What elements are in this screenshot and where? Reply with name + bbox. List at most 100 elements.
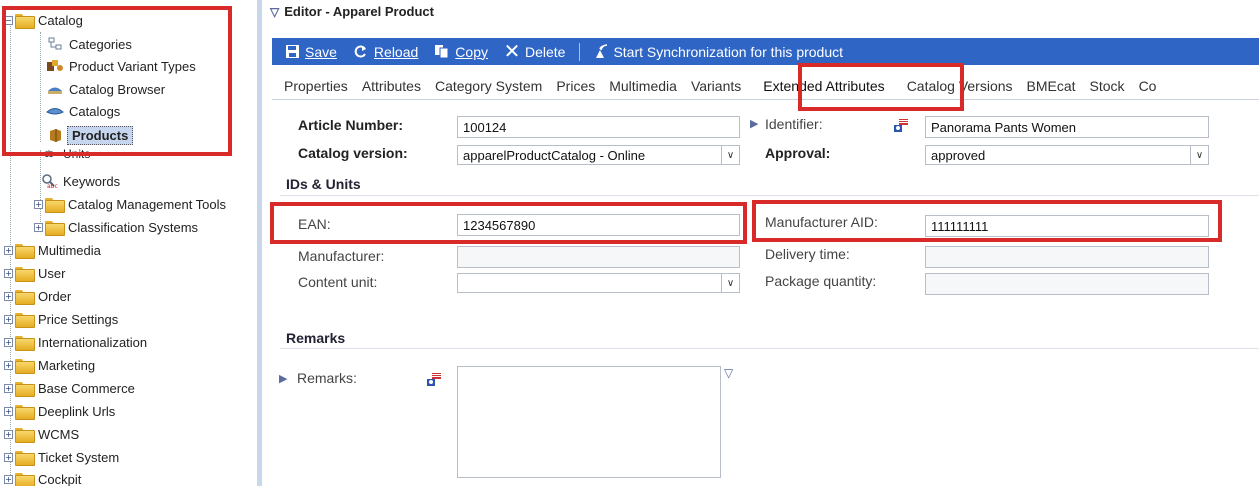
expand-icon[interactable]: + [4,452,13,462]
approval-label: Approval: [765,145,831,161]
expand-icon[interactable]: + [4,314,13,324]
tab-bmecat[interactable]: BMEcat [1027,78,1076,94]
delete-button[interactable]: ✕ Delete [504,42,566,62]
tree-node-wcms[interactable]: + WCMS [4,423,79,445]
tree-node-catalogs[interactable]: Catalogs [46,100,120,122]
catalogs-icon [46,103,64,119]
editor-toolbar: Save Reload Copy ✕ Delete Start Synchron… [272,38,1259,65]
expand-icon[interactable]: + [4,406,13,416]
manufacturer-label: Manufacturer: [298,248,385,264]
tree-node-multimedia[interactable]: + Multimedia [4,239,101,261]
tree-node-ticket-system[interactable]: + Ticket System [4,446,119,468]
expand-triangle-icon[interactable]: ▶ [750,117,758,130]
folder-icon [15,404,35,420]
tree-connector [40,32,41,142]
expand-icon[interactable]: + [4,383,13,393]
remarks-label: Remarks: [297,370,357,386]
tree-node-marketing[interactable]: + Marketing [4,354,95,376]
tab-properties[interactable]: Properties [284,78,348,94]
tab-multimedia[interactable]: Multimedia [609,78,677,94]
units-icon: ⚖ [44,148,54,160]
tab-stock[interactable]: Stock [1090,78,1125,94]
save-icon [284,44,300,60]
tree-node-keywords[interactable]: abc Keywords [40,170,120,192]
folder-icon [15,289,35,305]
tree-node-user[interactable]: + User [4,262,65,284]
tab-attributes[interactable]: Attributes [362,78,421,94]
manufacturer-aid-label: Manufacturer AID: [765,214,878,230]
expand-icon[interactable]: + [4,268,13,278]
tree-node-classification-systems[interactable]: + Classification Systems [34,216,198,238]
tree-node-product-variant-types[interactable]: Product Variant Types [46,55,196,77]
collapse-icon[interactable]: − [4,15,13,25]
categories-icon [46,36,64,52]
manufacturer-field[interactable] [457,246,740,268]
keywords-icon: abc [40,173,58,189]
tab-more[interactable]: Co [1139,78,1157,94]
tree-node-catalog-browser[interactable]: Catalog Browser [46,78,165,100]
tree-node-cockpit[interactable]: + Cockpit [4,468,81,486]
editor-title[interactable]: ▽ Editor - Apparel Product [270,4,434,19]
tab-variants[interactable]: Variants [691,78,741,94]
folder-icon [15,312,35,328]
folder-icon [15,266,35,282]
tab-prices[interactable]: Prices [556,78,595,94]
folder-icon [15,472,35,486]
folder-icon [15,335,35,351]
tree-node-categories[interactable]: Categories [46,33,132,55]
chevron-down-icon[interactable]: ∨ [721,146,739,164]
expand-icon[interactable]: + [4,337,13,347]
tab-category-system[interactable]: Category System [435,78,542,94]
tree-node-internationalization[interactable]: + Internationalization [4,331,147,353]
sync-icon [592,43,608,60]
expand-icon[interactable]: + [4,429,13,439]
tree-node-products[interactable]: Products [46,124,134,146]
expand-icon[interactable]: + [4,245,13,255]
tab-catalog-versions[interactable]: Catalog Versions [907,78,1013,94]
content-unit-label: Content unit: [298,274,378,290]
approval-select[interactable]: approved ∨ [925,145,1209,165]
catalog-version-label: Catalog version: [298,145,408,161]
tree-node-units[interactable]: ⚖ Units [40,146,91,162]
package-quantity-field[interactable] [925,273,1209,295]
catalog-version-select[interactable]: apparelProductCatalog - Online ∨ [457,145,740,165]
package-quantity-label: Package quantity: [765,273,877,289]
tree-node-catalog-management-tools[interactable]: + Catalog Management Tools [34,193,226,215]
collapse-triangle-icon[interactable]: ▽ [270,5,279,19]
chevron-down-icon[interactable]: ∨ [721,274,739,292]
tab-extended-attributes[interactable]: Extended Attributes [763,73,885,98]
identifier-field[interactable] [925,116,1209,138]
content-unit-select[interactable]: ∨ [457,273,740,293]
expand-icon[interactable]: + [4,474,13,484]
tree-node-base-commerce[interactable]: + Base Commerce [4,377,135,399]
manufacturer-aid-field[interactable] [925,215,1209,237]
copy-icon [434,44,450,60]
start-sync-button[interactable]: Start Synchronization for this product [592,44,843,60]
remarks-heading: Remarks [286,330,346,346]
remarks-textarea[interactable] [457,366,721,478]
ean-label: EAN: [298,216,331,232]
expand-icon[interactable]: + [34,199,43,209]
reload-button[interactable]: Reload [353,44,418,60]
tree-node-catalog[interactable]: − Catalog [4,9,83,31]
article-number-field[interactable] [457,116,740,138]
expand-icon[interactable]: + [4,360,13,370]
folder-icon [15,358,35,374]
localization-flag-icon[interactable] [893,118,909,134]
tree-node-order[interactable]: + Order [4,285,71,307]
expand-icon[interactable]: + [4,291,13,301]
expand-triangle-icon[interactable]: ▶ [279,372,287,385]
section-divider [280,348,1259,349]
folder-open-icon [15,13,35,29]
chevron-down-icon[interactable]: ∨ [1190,146,1208,164]
tree-node-price-settings[interactable]: + Price Settings [4,308,118,330]
localization-flag-icon[interactable] [426,372,442,388]
dropdown-triangle-icon[interactable]: ▽ [724,366,733,380]
expand-icon[interactable]: + [34,222,43,232]
delivery-time-field[interactable] [925,246,1209,268]
save-button[interactable]: Save [284,44,337,60]
tree-node-deeplink-urls[interactable]: + Deeplink Urls [4,400,115,422]
ean-field[interactable] [457,214,740,236]
copy-button[interactable]: Copy [434,44,488,60]
delivery-time-label: Delivery time: [765,246,850,262]
